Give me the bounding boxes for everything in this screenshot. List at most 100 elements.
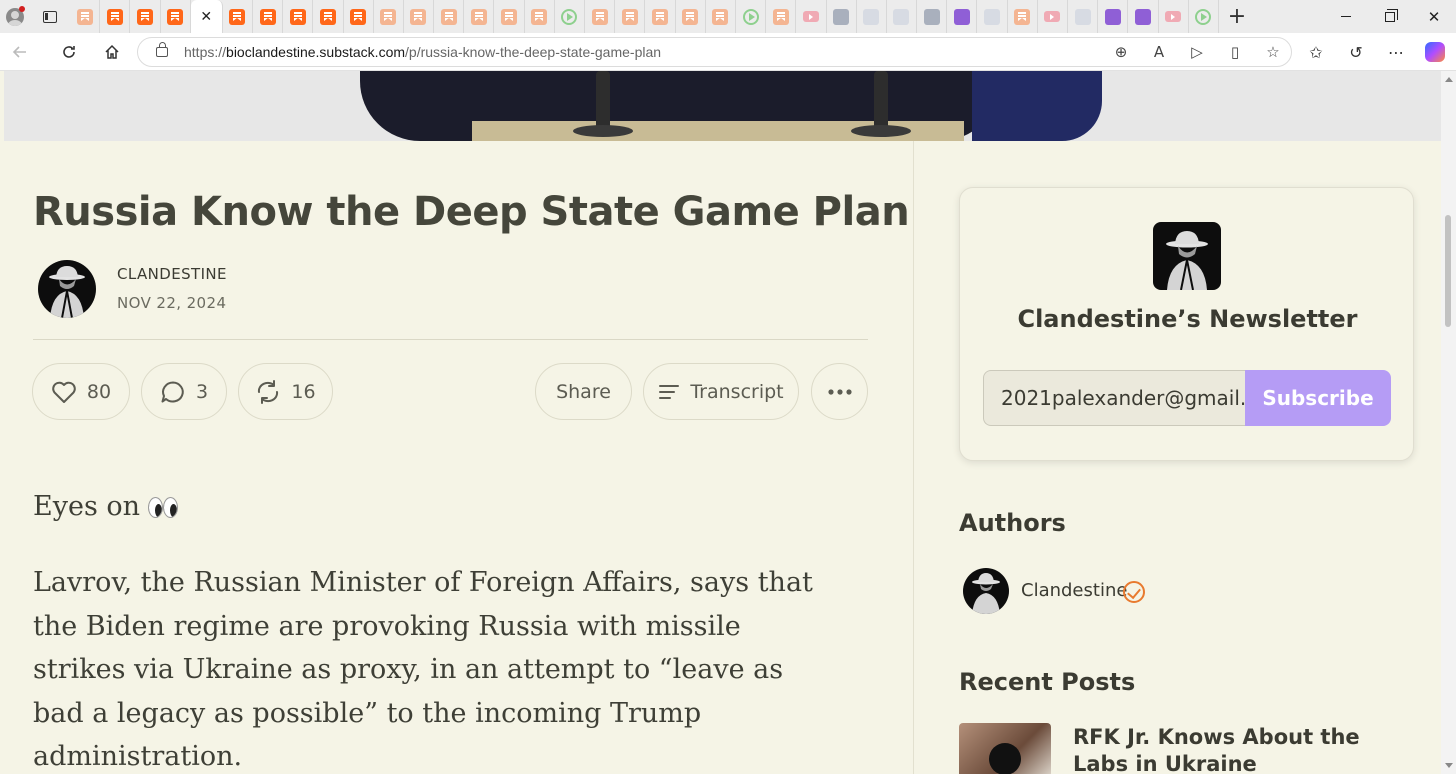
browser-tab[interactable] [283,0,314,33]
paragraph-body: Lavrov, the Russian Minister of Foreign … [33,567,813,772]
browser-tab[interactable] [977,0,1008,33]
browser-tab[interactable] [766,0,797,33]
share-button[interactable]: Share [535,363,632,420]
substack-favicon-icon [319,8,336,25]
page-scrollbar[interactable] [1441,71,1456,774]
address-bar[interactable]: https://bioclandestine.substack.com/p/ru… [137,37,1292,67]
maximize-button[interactable] [1368,0,1412,33]
browser-tab[interactable] [1098,0,1129,33]
browser-tab[interactable] [344,0,374,33]
like-button[interactable]: 80 [32,363,130,420]
author-avatar[interactable] [38,260,96,318]
browser-tab[interactable] [70,0,101,33]
read-aloud-icon[interactable]: A [1149,43,1169,61]
browser-tab[interactable] [645,0,676,33]
hero-mic-base-left [573,125,633,137]
favorites-icon[interactable]: ✩ [1296,43,1336,62]
history-icon[interactable]: ↺ [1336,43,1376,62]
browser-tab[interactable] [1068,0,1099,33]
browser-tab[interactable] [1189,0,1219,33]
browser-tab[interactable] [796,0,827,33]
browser-tab[interactable] [161,0,191,33]
ellipsis-icon [827,388,852,395]
browser-tab[interactable] [857,0,887,33]
browser-tab[interactable] [253,0,284,33]
browser-tab[interactable] [555,0,585,33]
minimize-button[interactable] [1324,0,1368,33]
browser-tab[interactable] [947,0,978,33]
spy-silhouette-icon [49,266,85,318]
url-text[interactable]: https://bioclandestine.substack.com/p/ru… [184,44,661,60]
transcript-label: Transcript [690,380,784,403]
browser-tab[interactable] [706,0,736,33]
sidebar-author-name[interactable]: Clandestine [1021,580,1127,601]
hero-sleeve-shape [972,71,1102,141]
profile-avatar[interactable] [0,0,30,33]
author-name[interactable]: CLANDESTINE [117,265,227,283]
author-avatar-small[interactable] [963,568,1009,614]
browser-tab[interactable] [313,0,344,33]
tab-actions-button[interactable] [30,0,70,33]
home-button[interactable] [92,33,132,71]
close-tab-icon[interactable]: ✕ [200,9,212,25]
browser-tab[interactable] [676,0,706,33]
refresh-button[interactable] [49,33,89,71]
new-tab-button[interactable]: + [1219,0,1255,33]
browser-tab[interactable] [494,0,525,33]
newsletter-logo[interactable] [1153,222,1221,290]
browser-tab[interactable] [615,0,646,33]
more-menu-icon[interactable]: ⋯ [1376,43,1416,62]
browser-tab[interactable] [525,0,555,33]
hero-image [4,71,1441,141]
browser-tab[interactable] [887,0,918,33]
yahoo-favicon-icon [1104,8,1121,25]
sidebar: Clandestine’s Newsletter Subscribe Autho… [914,141,1441,774]
tab-strip: ✕ + ✕ [0,0,1456,33]
browser-tab[interactable] [464,0,495,33]
browser-tab[interactable] [374,0,404,33]
zoom-icon[interactable]: ⊕ [1111,43,1131,61]
hero-microphone-left [596,71,610,129]
tab-list: ✕ [70,0,1219,33]
substack-pale-favicon-icon [591,8,608,25]
recent-post-thumbnail[interactable] [959,723,1051,774]
transcript-button[interactable]: Transcript [643,363,799,420]
scroll-up-icon[interactable] [1445,77,1453,82]
browser-tab[interactable] [1128,0,1159,33]
post-date: NOV 22, 2024 [117,294,227,312]
youtube-favicon-icon [1165,11,1182,22]
substack-favicon-icon [350,8,367,25]
browser-tab[interactable] [1159,0,1189,33]
scroll-down-icon[interactable] [1445,763,1453,768]
browser-tab[interactable] [100,0,131,33]
browser-tab[interactable] [827,0,857,33]
browser-tab[interactable] [1008,0,1038,33]
browser-tab[interactable] [404,0,435,33]
copilot-icon[interactable] [1425,42,1445,62]
favorite-star-icon[interactable]: ☆ [1263,43,1283,61]
authors-heading: Authors [959,509,1066,537]
close-window-button[interactable]: ✕ [1412,0,1456,33]
immersive-reader-icon[interactable]: ▯ [1225,43,1245,61]
browser-tab[interactable] [917,0,948,33]
restack-button[interactable]: 16 [238,363,333,420]
subscribe-button[interactable]: Subscribe [1245,370,1391,426]
browser-tab[interactable] [585,0,616,33]
back-button[interactable] [0,33,40,71]
more-options-button[interactable] [811,363,868,420]
recent-post-title[interactable]: RFK Jr. Knows About the Labs in Ukraine [1073,724,1413,774]
scrollbar-thumb[interactable] [1445,215,1451,327]
email-input[interactable] [983,370,1246,426]
browser-tab[interactable] [736,0,767,33]
comment-button[interactable]: 3 [141,363,227,420]
substack-pale-favicon-icon [621,8,638,25]
media-icon[interactable]: ▷ [1187,43,1207,61]
tab-actions-icon [43,10,57,23]
browser-tab[interactable] [1038,0,1068,33]
browser-tab[interactable] [130,0,161,33]
browser-tab[interactable] [223,0,253,33]
lock-icon[interactable] [156,42,168,57]
restack-count: 16 [291,380,316,403]
browser-tab[interactable] [434,0,465,33]
browser-tab-active[interactable]: ✕ [190,0,223,33]
